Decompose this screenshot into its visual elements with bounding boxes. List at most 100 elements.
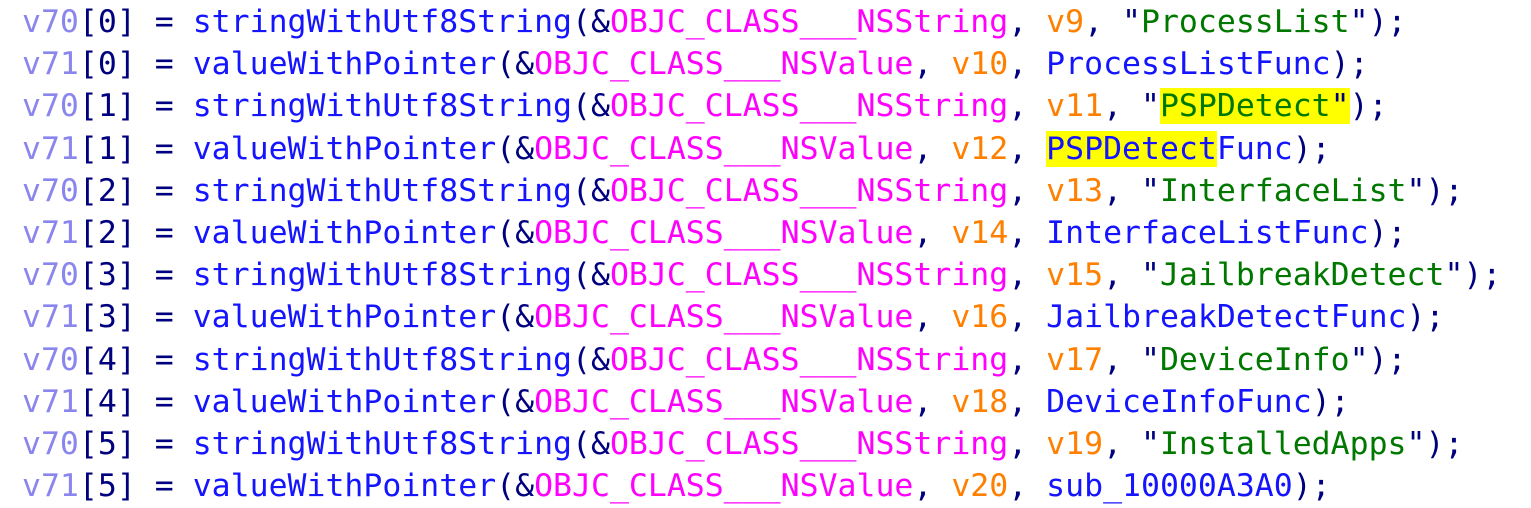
method-name-token[interactable]: stringWithUtf8String — [193, 426, 572, 462]
code-line[interactable]: v70[0] = stringWithUtf8String(&OBJC_CLAS… — [22, 1, 1531, 43]
objc-class-token[interactable]: OBJC_CLASS___NSString — [610, 342, 1008, 378]
objc-class-token[interactable]: OBJC_CLASS___NSString — [610, 88, 1008, 124]
local-variable-token[interactable]: v70 — [22, 257, 79, 293]
argument-variable-token[interactable]: v14 — [951, 215, 1008, 251]
method-name-token[interactable]: stringWithUtf8String — [193, 342, 572, 378]
function-symbol-token[interactable]: ProcessListFunc — [1046, 46, 1330, 82]
open-paren-token: ( — [496, 214, 516, 251]
argument-variable-token[interactable]: v12 — [951, 131, 1008, 167]
objc-class-token[interactable]: OBJC_CLASS___NSString — [610, 4, 1008, 40]
array-subscript-token: [4] — [78, 383, 136, 420]
function-symbol-token[interactable]: JailbreakDetectFunc — [1046, 299, 1406, 335]
comma-separator-token: , — [913, 214, 952, 251]
method-name-token[interactable]: stringWithUtf8String — [193, 173, 572, 209]
function-symbol-token[interactable]: DeviceInfoFunc — [1046, 384, 1312, 420]
method-name-token[interactable]: valueWithPointer — [193, 46, 496, 82]
string-literal-token[interactable]: PSPDetect — [1160, 88, 1331, 124]
assignment-operator-token: = — [135, 299, 193, 336]
method-name-token[interactable]: valueWithPointer — [193, 131, 496, 167]
comma-separator-token: , — [1008, 130, 1047, 167]
method-name-token[interactable]: valueWithPointer — [193, 384, 496, 420]
decompiler-pseudocode-view[interactable]: v70[0] = stringWithUtf8String(&OBJC_CLAS… — [0, 0, 1531, 508]
open-paren-token: ( — [572, 341, 591, 378]
local-variable-token[interactable]: v70 — [22, 4, 79, 40]
code-line[interactable]: v71[4] = valueWithPointer(&OBJC_CLASS___… — [22, 381, 1531, 423]
code-line[interactable]: v70[5] = stringWithUtf8String(&OBJC_CLAS… — [22, 423, 1531, 465]
objc-class-token[interactable]: OBJC_CLASS___NSValue — [534, 46, 913, 82]
objc-class-token[interactable]: OBJC_CLASS___NSString — [610, 173, 1008, 209]
open-paren-token: ( — [572, 172, 591, 209]
code-line[interactable]: v71[5] = valueWithPointer(&OBJC_CLASS___… — [22, 465, 1531, 507]
method-name-token[interactable]: stringWithUtf8String — [193, 257, 572, 293]
close-paren-semicolon-token: ); — [1330, 46, 1369, 83]
function-symbol-token[interactable]: sub_10000A3A0 — [1046, 468, 1293, 504]
ampersand-token: & — [515, 46, 535, 83]
string-literal-token[interactable]: JailbreakDetect — [1160, 257, 1444, 293]
open-paren-token: ( — [496, 468, 516, 505]
function-symbol-token[interactable]: PSPDetect — [1046, 131, 1217, 167]
string-literal-token[interactable]: DeviceInfo — [1160, 342, 1350, 378]
objc-class-token[interactable]: OBJC_CLASS___NSValue — [534, 299, 913, 335]
string-quote-close-token: " — [1406, 172, 1426, 209]
argument-variable-token[interactable]: v19 — [1046, 426, 1103, 462]
local-variable-token[interactable]: v70 — [22, 426, 79, 462]
code-line[interactable]: v70[1] = stringWithUtf8String(&OBJC_CLAS… — [22, 85, 1531, 127]
ampersand-token: & — [590, 4, 610, 40]
function-symbol-suffix-token[interactable]: Func — [1217, 131, 1293, 167]
local-variable-token[interactable]: v71 — [22, 131, 79, 167]
local-variable-token[interactable]: v70 — [22, 173, 79, 209]
objc-class-token[interactable]: OBJC_CLASS___NSValue — [534, 384, 913, 420]
code-line[interactable]: v70[3] = stringWithUtf8String(&OBJC_CLAS… — [22, 254, 1531, 296]
method-name-token[interactable]: stringWithUtf8String — [193, 88, 572, 124]
array-subscript-token: [0] — [78, 4, 136, 40]
close-paren-semicolon-token: ); — [1425, 425, 1464, 462]
argument-variable-token[interactable]: v15 — [1046, 257, 1103, 293]
string-literal-token[interactable]: ProcessList — [1141, 4, 1350, 40]
local-variable-token[interactable]: v71 — [22, 468, 79, 504]
string-literal-token[interactable]: InstalledApps — [1160, 426, 1407, 462]
method-name-token[interactable]: valueWithPointer — [193, 468, 496, 504]
local-variable-token[interactable]: v71 — [22, 215, 79, 251]
argument-variable-token[interactable]: v11 — [1046, 88, 1103, 124]
local-variable-token[interactable]: v70 — [22, 88, 79, 124]
argument-variable-token[interactable]: v20 — [951, 468, 1008, 504]
ampersand-token: & — [590, 257, 610, 294]
close-paren-semicolon-token: ); — [1406, 299, 1445, 336]
string-literal-token[interactable]: InterfaceList — [1160, 173, 1407, 209]
local-variable-token[interactable]: v71 — [22, 299, 79, 335]
objc-class-token[interactable]: OBJC_CLASS___NSString — [610, 257, 1008, 293]
argument-variable-token[interactable]: v10 — [951, 46, 1008, 82]
code-line[interactable]: v70[2] = stringWithUtf8String(&OBJC_CLAS… — [22, 170, 1531, 212]
argument-variable-token[interactable]: v13 — [1046, 173, 1103, 209]
code-line[interactable]: v71[1] = valueWithPointer(&OBJC_CLASS___… — [22, 128, 1531, 170]
open-paren-token: ( — [572, 257, 591, 294]
array-subscript-token: [5] — [78, 425, 136, 462]
ampersand-token: & — [515, 214, 535, 251]
function-symbol-token[interactable]: InterfaceListFunc — [1046, 215, 1368, 251]
local-variable-token[interactable]: v71 — [22, 46, 79, 82]
objc-class-token[interactable]: OBJC_CLASS___NSString — [610, 426, 1008, 462]
local-variable-token[interactable]: v70 — [22, 342, 79, 378]
method-name-token[interactable]: stringWithUtf8String — [193, 4, 572, 40]
code-line[interactable]: v71[3] = valueWithPointer(&OBJC_CLASS___… — [22, 296, 1531, 338]
argument-variable-token[interactable]: v17 — [1046, 342, 1103, 378]
string-quote-close-token: " — [1406, 425, 1426, 462]
objc-class-token[interactable]: OBJC_CLASS___NSValue — [534, 215, 913, 251]
comma-separator-token: , — [913, 299, 952, 336]
argument-variable-token[interactable]: v9 — [1046, 4, 1084, 40]
objc-class-token[interactable]: OBJC_CLASS___NSValue — [534, 468, 913, 504]
objc-class-token[interactable]: OBJC_CLASS___NSValue — [534, 131, 913, 167]
comma-separator-token: , — [1103, 341, 1141, 378]
argument-variable-token[interactable]: v16 — [951, 299, 1008, 335]
close-paren-semicolon-token: ); — [1463, 257, 1502, 294]
code-line[interactable]: v71[2] = valueWithPointer(&OBJC_CLASS___… — [22, 212, 1531, 254]
method-name-token[interactable]: valueWithPointer — [193, 299, 496, 335]
method-name-token[interactable]: valueWithPointer — [193, 215, 496, 251]
array-subscript-token: [3] — [78, 257, 136, 294]
open-paren-token: ( — [572, 4, 591, 40]
argument-variable-token[interactable]: v18 — [951, 384, 1008, 420]
code-line[interactable]: v71[0] = valueWithPointer(&OBJC_CLASS___… — [22, 43, 1531, 85]
code-line[interactable]: v70[4] = stringWithUtf8String(&OBJC_CLAS… — [22, 339, 1531, 381]
local-variable-token[interactable]: v71 — [22, 384, 79, 420]
comma-separator-token: , — [1008, 172, 1047, 209]
